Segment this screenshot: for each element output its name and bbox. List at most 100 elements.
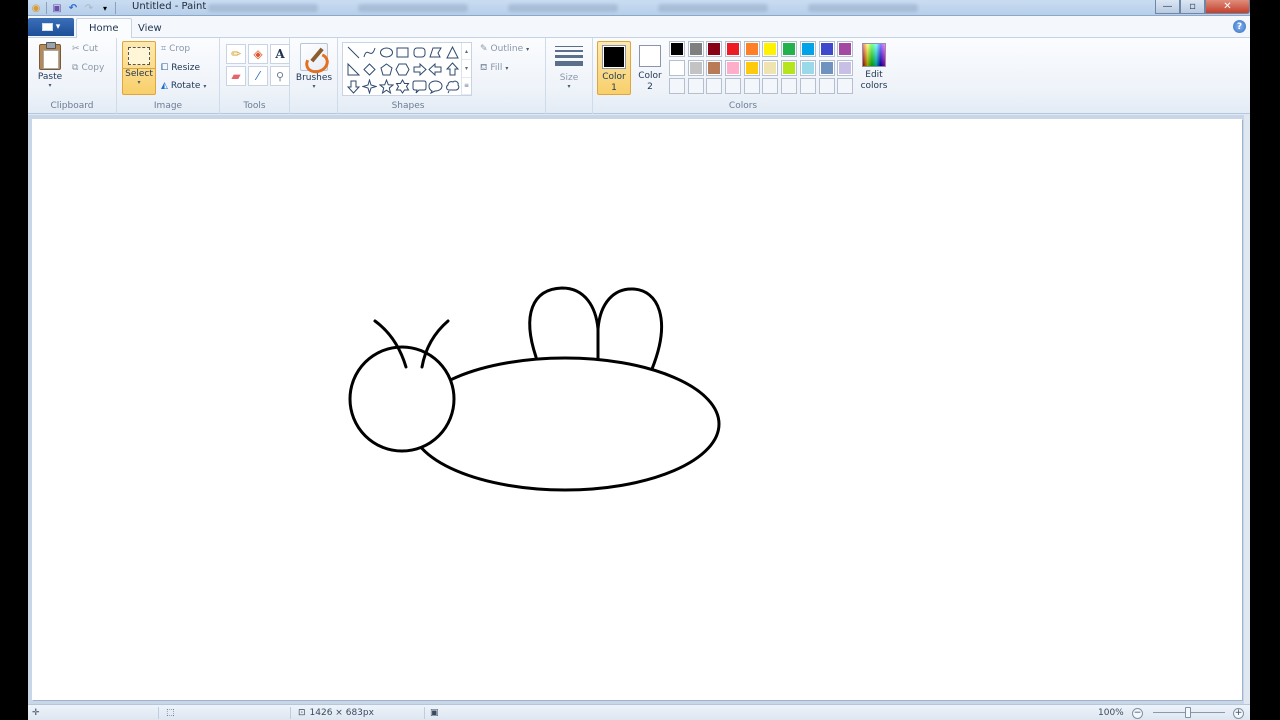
palette-color-b5e61d[interactable] [781,59,798,76]
palette-color-7092be[interactable] [818,59,835,76]
text-tool[interactable]: A [270,44,290,64]
vertical-scrollbar[interactable] [1244,115,1250,704]
palette-color-22b14c[interactable] [781,41,798,57]
palette-color-fff200[interactable] [762,41,779,57]
body-oval [409,356,721,492]
palette-custom-slot[interactable] [706,78,723,95]
undo-icon[interactable]: ↶ [67,2,79,14]
color2-button[interactable]: Color 2 [633,41,667,95]
zoom-slider-thumb[interactable] [1185,707,1191,718]
close-button[interactable]: ✕ [1205,0,1250,14]
palette-color-ed1c24[interactable] [725,41,742,57]
cut-button[interactable]: ✂ Cut [72,41,98,57]
palette-color-c8bfe7[interactable] [837,59,854,76]
app-menu-button[interactable]: ▾ [28,18,74,36]
palette-custom-slot[interactable] [743,78,760,95]
zoom-in-button[interactable]: + [1233,708,1244,719]
paint-app-icon[interactable]: ◉ [30,2,42,14]
shape-down-arrow[interactable] [345,78,362,95]
copy-button[interactable]: ⧉ Copy [72,60,104,76]
oval-icon [379,47,393,58]
paste-button[interactable]: Paste ▾ [34,40,66,89]
brush-icon [300,43,328,71]
select-button[interactable]: Select ▾ [122,41,156,95]
clipboard-group: Paste ▾ ✂ Cut ⧉ Copy Clipboard [28,38,117,114]
palette-custom-slot[interactable] [781,78,798,95]
shape-hexagon[interactable] [395,61,412,78]
shape-diamond[interactable] [362,61,379,78]
image-group: Select ▾ ⌗ Crop ⧠ Resize ◭ Rotate ▾ Imag… [117,38,220,114]
palette-color-99d9ea[interactable] [799,59,816,76]
pencil-tool[interactable]: ✏ [226,44,246,64]
customize-qat-icon[interactable]: ▾ [99,2,111,14]
color1-button[interactable]: Color 1 [597,41,631,95]
edit-colors-button[interactable]: Edit colors [856,41,892,91]
shape-right-arrow[interactable] [411,61,428,78]
oval-callout-icon [428,80,443,94]
color-picker-tool[interactable]: ⁄ [248,66,268,86]
palette-color-ffaec9[interactable] [725,59,742,76]
palette-custom-slot[interactable] [818,78,835,95]
shape-up-arrow[interactable] [444,61,461,78]
palette-custom-slot[interactable] [669,78,685,95]
shape-left-arrow[interactable] [428,61,445,78]
rotate-button[interactable]: ◭ Rotate ▾ [161,78,206,94]
palette-color-7f7f7f[interactable] [687,41,704,57]
drawing-canvas[interactable] [32,119,1242,700]
palette-color-000000[interactable] [669,41,685,57]
minimize-button[interactable]: — [1155,0,1180,14]
maximize-button[interactable]: ▫ [1180,0,1205,14]
right-arrow-icon [413,62,427,77]
palette-color-880015[interactable] [706,41,723,57]
palette-color-ffc90e[interactable] [743,59,760,76]
palette-color-ffffff[interactable] [669,59,685,76]
shape-line[interactable] [345,44,362,61]
palette-color-c3c3c3[interactable] [687,59,704,76]
resize-button[interactable]: ⧠ Resize [161,60,200,76]
size-button[interactable]: Size ▾ [553,40,585,90]
save-icon[interactable]: ▣ [51,2,63,14]
shape-pentagon[interactable] [378,61,395,78]
shape-right-triangle[interactable] [345,61,362,78]
tab-view[interactable]: View [126,18,174,39]
shape-curve[interactable] [362,44,379,61]
zoom-out-button[interactable]: − [1132,708,1143,719]
gallery-expand[interactable]: ≡ [462,78,471,95]
shape-rounded-rectangle[interactable] [411,44,428,61]
shape-polygon[interactable] [428,44,445,61]
shape-triangle[interactable] [444,44,461,61]
shape-oval-callout[interactable] [428,78,445,95]
shape-rectangle[interactable] [395,44,412,61]
palette-custom-slot[interactable] [725,78,742,95]
outline-icon: ✎ [480,44,488,54]
outline-label: Outline [490,44,524,54]
palette-color-efe4b0[interactable] [762,59,779,76]
palette-color-00a2e8[interactable] [799,41,816,57]
palette-custom-slot[interactable] [837,78,854,95]
magnifier-tool[interactable]: ⚲ [270,66,290,86]
palette-color-3f48cc[interactable] [818,41,835,57]
brushes-button[interactable]: Brushes ▾ [296,40,332,90]
tab-home[interactable]: Home [76,18,132,39]
help-icon[interactable]: ? [1233,20,1246,33]
gallery-scroll-up[interactable]: ▴ [462,43,471,61]
shape-four-point-star[interactable] [362,78,379,95]
shape-cloud-callout[interactable] [444,78,461,95]
palette-color-b97a57[interactable] [706,59,723,76]
redo-icon[interactable]: ↷ [83,2,95,14]
palette-color-a349a4[interactable] [837,41,854,57]
shape-oval[interactable] [378,44,395,61]
palette-color-ff7f27[interactable] [743,41,760,57]
shape-five-point-star[interactable] [378,78,395,95]
palette-custom-slot[interactable] [799,78,816,95]
shape-six-point-star[interactable] [395,78,412,95]
palette-custom-slot[interactable] [687,78,704,95]
fill-button[interactable]: ⛾ Fill ▾ [480,60,508,76]
outline-button[interactable]: ✎ Outline ▾ [480,41,529,57]
shape-rounded-callout[interactable] [411,78,428,95]
gallery-scroll-down[interactable]: ▾ [462,60,471,78]
crop-button[interactable]: ⌗ Crop [161,41,190,57]
fill-tool[interactable]: ◈ [248,44,268,64]
palette-custom-slot[interactable] [762,78,779,95]
eraser-tool[interactable]: ▰ [226,66,246,86]
